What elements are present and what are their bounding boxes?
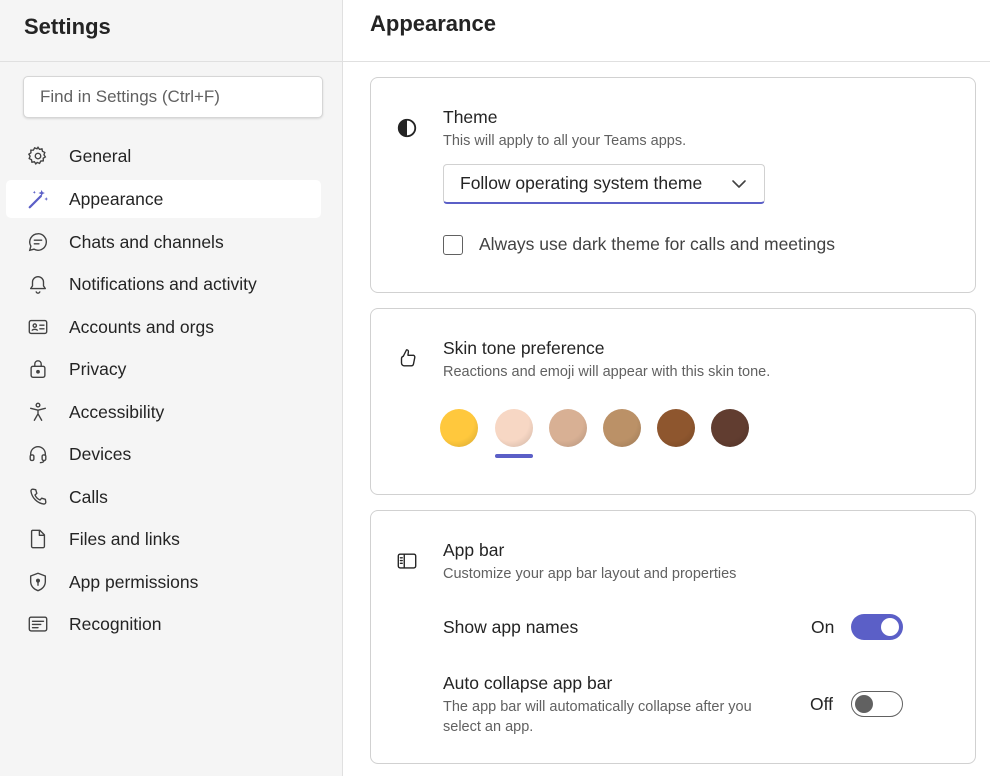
sidebar-item-accessibility[interactable]: Accessibility bbox=[6, 393, 321, 431]
app-bar-title: App bar bbox=[443, 540, 505, 560]
sidebar-item-label: App permissions bbox=[69, 571, 199, 592]
bell-icon bbox=[26, 272, 50, 296]
show-app-names-label: Show app names bbox=[443, 617, 579, 637]
thumbs-up-icon bbox=[395, 346, 419, 370]
sidebar-item-label: Calls bbox=[69, 486, 108, 507]
skin-tone-card: Skin tone preference Reactions and emoji… bbox=[370, 308, 976, 495]
accessibility-person-icon bbox=[26, 400, 50, 424]
magic-wand-icon bbox=[26, 187, 50, 211]
skin-tone-option[interactable] bbox=[549, 409, 587, 447]
headset-icon bbox=[26, 442, 50, 466]
sidebar-item-label: Notifications and activity bbox=[69, 273, 257, 294]
sidebar-item-general[interactable]: General bbox=[6, 137, 321, 175]
theme-dropdown[interactable]: Follow operating system theme bbox=[443, 164, 765, 204]
sidebar-item-label: Files and links bbox=[69, 528, 180, 549]
gear-icon bbox=[26, 144, 50, 168]
skin-tone-option[interactable] bbox=[603, 409, 641, 447]
skin-tone-option[interactable] bbox=[711, 409, 749, 447]
sidebar-item-appearance[interactable]: Appearance bbox=[6, 180, 321, 218]
app-bar-card: App bar Customize your app bar layout an… bbox=[370, 510, 976, 764]
dark-theme-calls-checkbox[interactable] bbox=[443, 235, 463, 255]
sidebar-item-app-permissions[interactable]: App permissions bbox=[6, 563, 321, 601]
show-app-names-state: On bbox=[811, 617, 835, 637]
skin-tone-subtitle: Reactions and emoji will appear with thi… bbox=[443, 364, 771, 380]
chat-bubble-icon bbox=[26, 230, 50, 254]
auto-collapse-description: The app bar will automatically collapse … bbox=[443, 699, 752, 735]
sidebar-item-label: Chats and channels bbox=[69, 231, 224, 252]
sidebar-item-label: Accessibility bbox=[69, 401, 165, 422]
page-title: Appearance bbox=[370, 11, 496, 36]
dark-theme-calls-label: Always use dark theme for calls and meet… bbox=[479, 234, 835, 254]
theme-subtitle: This will apply to all your Teams apps. bbox=[443, 133, 687, 149]
auto-collapse-toggle[interactable] bbox=[851, 691, 903, 717]
lock-icon bbox=[26, 357, 50, 381]
contact-card-icon bbox=[26, 315, 50, 339]
skin-tone-option[interactable] bbox=[657, 409, 695, 447]
sidebar-item-label: Appearance bbox=[69, 188, 164, 209]
sidebar-item-recognition[interactable]: Recognition bbox=[6, 605, 321, 643]
toggle-knob bbox=[881, 618, 899, 636]
theme-dropdown-value: Follow operating system theme bbox=[460, 173, 703, 193]
sidebar-header: Settings bbox=[0, 0, 342, 62]
sidebar-title: Settings bbox=[24, 13, 111, 39]
sidebar-item-calls[interactable]: Calls bbox=[6, 478, 321, 516]
toggle-knob bbox=[855, 694, 873, 713]
phone-icon bbox=[26, 485, 50, 509]
skin-tone-option[interactable] bbox=[495, 409, 533, 447]
sidebar: Settings General bbox=[0, 0, 343, 776]
search-input[interactable] bbox=[23, 76, 323, 118]
sidebar-item-label: Devices bbox=[69, 443, 132, 464]
app-bar-subtitle: Customize your app bar layout and proper… bbox=[443, 566, 737, 582]
auto-collapse-state: Off bbox=[810, 694, 834, 714]
skin-tone-title: Skin tone preference bbox=[443, 338, 605, 358]
sidebar-item-notifications-and-activity[interactable]: Notifications and activity bbox=[6, 265, 321, 303]
sidebar-item-devices[interactable]: Devices bbox=[6, 435, 321, 473]
main-header: Appearance bbox=[343, 0, 990, 62]
settings-window: Settings General bbox=[0, 0, 990, 776]
theme-card: Theme This will apply to all your Teams … bbox=[370, 77, 976, 293]
theme-title: Theme bbox=[443, 107, 498, 127]
text-box-icon bbox=[26, 612, 50, 636]
sidebar-item-label: Privacy bbox=[69, 358, 127, 379]
sidebar-item-label: General bbox=[69, 145, 132, 166]
document-icon bbox=[26, 527, 50, 551]
sidebar-item-chats-and-channels[interactable]: Chats and channels bbox=[6, 223, 321, 261]
selected-tone-indicator bbox=[495, 454, 533, 458]
sidebar-item-accounts-and-orgs[interactable]: Accounts and orgs bbox=[6, 308, 321, 346]
sidebar-item-label: Recognition bbox=[69, 613, 162, 634]
sidebar-item-label: Accounts and orgs bbox=[69, 316, 214, 337]
show-app-names-toggle[interactable] bbox=[851, 614, 903, 640]
contrast-icon bbox=[395, 116, 419, 140]
sidebar-layout-icon bbox=[395, 549, 419, 573]
shield-icon bbox=[26, 570, 50, 594]
chevron-down-icon bbox=[732, 180, 746, 188]
sidebar-item-files-and-links[interactable]: Files and links bbox=[6, 520, 321, 558]
skin-tone-option[interactable] bbox=[440, 409, 478, 447]
sidebar-item-privacy[interactable]: Privacy bbox=[6, 350, 321, 388]
auto-collapse-label: Auto collapse app bar bbox=[443, 673, 613, 693]
